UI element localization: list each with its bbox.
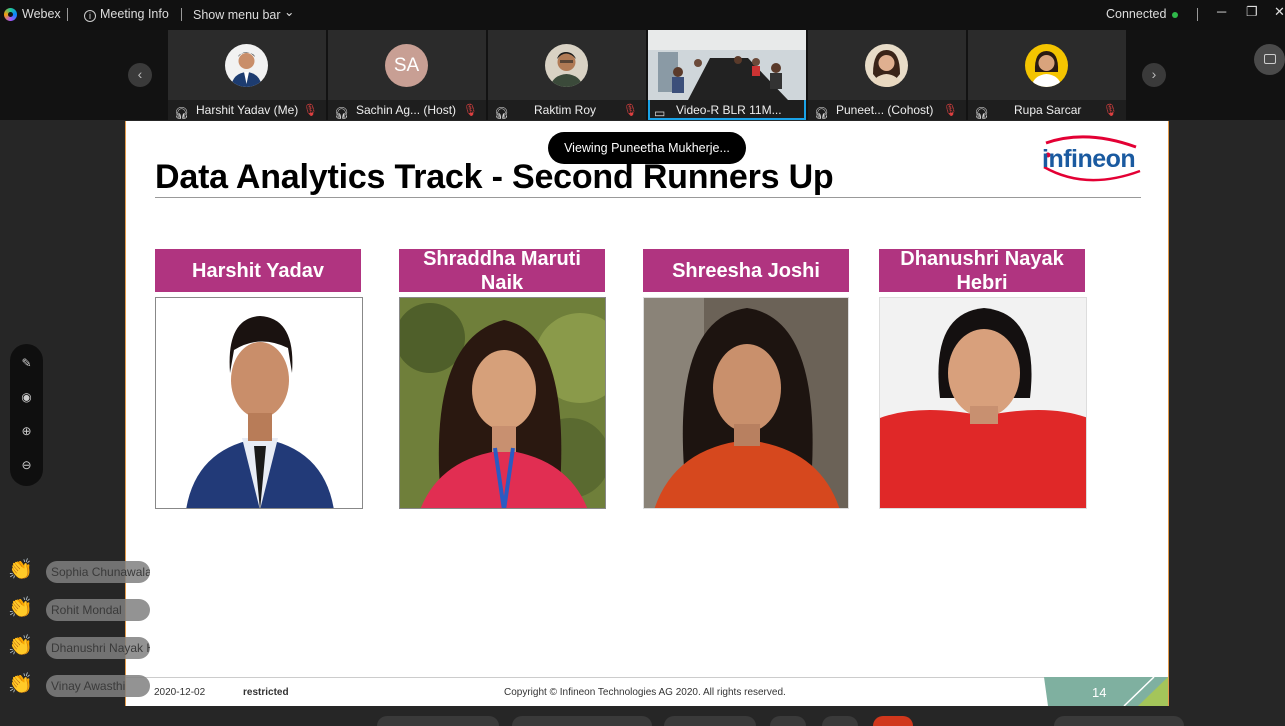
layout-button[interactable]: [1254, 44, 1285, 75]
divider: [181, 8, 182, 21]
strip-prev-button[interactable]: ‹: [128, 63, 152, 87]
connected-status-dot: [1172, 12, 1178, 18]
share-button[interactable]: [664, 716, 756, 726]
room-video-feed: [648, 30, 806, 100]
headset-icon: 🎧︎: [174, 106, 190, 120]
participant-name-bar: 🎧︎ Puneet... (Cohost) 🎙︎: [808, 100, 966, 120]
viewing-share-banner[interactable]: Viewing Puneetha Mukherje...: [548, 132, 746, 164]
connection-status: Connected: [1106, 7, 1167, 21]
participant-name: Harshit Yadav (Me): [196, 103, 299, 117]
avatar: [865, 44, 908, 87]
participant-tile[interactable]: 🎧︎ Rupa Sarcar 🎙︎: [968, 30, 1126, 120]
participant-tile[interactable]: 🎧︎ Raktim Roy 🎙︎: [488, 30, 646, 120]
webex-logo-icon: [4, 8, 17, 21]
zoom-in-icon[interactable]: ⊕: [10, 424, 43, 438]
participant-name: Video-R BLR 11M...: [676, 103, 782, 117]
avatar-initials: SA: [385, 44, 428, 87]
participant-name-bar: 🎧︎ Raktim Roy 🎙︎: [488, 100, 646, 120]
headset-icon: 🎧︎: [494, 106, 510, 120]
participants-button[interactable]: [1054, 716, 1184, 726]
footer-date: 2020-12-02: [154, 687, 206, 698]
meeting-info-button[interactable]: i Meeting Info: [84, 7, 169, 22]
winner-photo: [643, 297, 849, 509]
zoom-out-icon[interactable]: ⊖: [10, 458, 43, 472]
minimize-button[interactable]: ─: [1217, 4, 1226, 19]
info-icon: i: [84, 10, 96, 22]
clapping-hands-icon: 👏: [8, 635, 33, 657]
app-name: Webex: [22, 7, 61, 21]
participant-name: Puneet... (Cohost): [836, 103, 934, 117]
winner-photo: [399, 297, 606, 509]
pen-icon[interactable]: ✎: [10, 356, 43, 370]
footer-classification: restricted: [243, 687, 289, 698]
winner-name: Dhanushri Nayak Hebri: [879, 248, 1085, 294]
mic-muted-icon: 🎙︎: [302, 103, 318, 117]
footer-copyright: Copyright © Infineon Technologies AG 202…: [504, 687, 786, 698]
video-button[interactable]: [512, 716, 652, 726]
winner-photo: [155, 297, 363, 509]
title-bar: Webex i Meeting Info Show menu bar ⌄ Conn…: [0, 0, 1285, 30]
divider: [67, 8, 68, 21]
avatar: [1025, 44, 1068, 87]
room-device-icon: ▭: [654, 106, 666, 120]
mute-button[interactable]: [377, 716, 499, 726]
winner-name: Shreesha Joshi: [643, 249, 849, 292]
participant-tile-active[interactable]: ▭ Video-R BLR 11M...: [648, 30, 806, 120]
meeting-info-label: Meeting Info: [100, 7, 169, 21]
participant-name: Raktim Roy: [534, 103, 597, 117]
shared-slide: Data Analytics Track - Second Runners Up…: [125, 121, 1169, 706]
reaction-user-name: Dhanushri Nayak H: [46, 637, 150, 659]
headset-icon: 🎧︎: [974, 106, 990, 120]
footer-divider: [126, 677, 1168, 678]
record-button[interactable]: [770, 716, 806, 726]
leave-meeting-button[interactable]: [873, 716, 913, 726]
page-number: 14: [1092, 685, 1107, 700]
strip-next-button[interactable]: ›: [1142, 63, 1166, 87]
title-divider: [155, 197, 1141, 198]
clapping-hands-icon: 👏: [8, 597, 33, 619]
participant-name-bar: 🎧︎ Harshit Yadav (Me) 🎙︎: [168, 100, 326, 120]
pointer-icon[interactable]: ◉: [10, 390, 43, 404]
clapping-hands-icon: 👏: [8, 559, 33, 581]
winner-name: Harshit Yadav: [155, 249, 361, 292]
divider: [1197, 8, 1198, 21]
mic-muted-icon: 🎙︎: [462, 103, 478, 117]
participant-name: Sachin Ag... (Host): [356, 103, 457, 117]
avatar: [225, 44, 268, 87]
avatar: [545, 44, 588, 87]
participant-name-bar: 🎧︎ Sachin Ag... (Host) 🎙︎: [328, 100, 486, 120]
layout-icon: [1264, 54, 1276, 64]
sharing-headset-icon: 🎧︎: [814, 106, 830, 120]
annotation-toolbar: ✎ ◉ ⊕ ⊖: [10, 344, 43, 486]
show-menu-bar-button[interactable]: Show menu bar ⌄: [193, 5, 295, 22]
mic-muted-icon: 🎙︎: [942, 103, 958, 117]
participant-tile[interactable]: 🎧︎ Puneet... (Cohost) 🎙︎: [808, 30, 966, 120]
clapping-hands-icon: 👏: [8, 673, 33, 695]
show-menu-bar-label: Show menu bar: [193, 8, 281, 22]
participant-tile[interactable]: SA 🎧︎ Sachin Ag... (Host) 🎙︎: [328, 30, 486, 120]
participant-name-bar: 🎧︎ Rupa Sarcar 🎙︎: [968, 100, 1126, 120]
reactions-button[interactable]: [822, 716, 858, 726]
chevron-down-icon: ⌄: [284, 5, 295, 19]
close-button[interactable]: ✕: [1274, 4, 1285, 20]
logo-text: infineon: [1042, 145, 1136, 173]
winner-photo: [879, 297, 1087, 509]
reaction-user-name: Rohit Mondal: [46, 599, 150, 621]
participant-name: Rupa Sarcar: [1014, 103, 1082, 117]
reaction-user-name: Vinay Awasthi: [46, 675, 150, 697]
restore-button[interactable]: ❐: [1246, 4, 1258, 20]
mic-muted-icon: 🎙︎: [622, 103, 638, 117]
participant-name-bar: ▭ Video-R BLR 11M...: [648, 100, 806, 120]
reaction-user-name: Sophia Chunawala: [46, 561, 150, 583]
participant-tile[interactable]: 🎧︎ Harshit Yadav (Me) 🎙︎: [168, 30, 326, 120]
infineon-logo: infineon: [1036, 133, 1144, 183]
mic-muted-icon: 🎙︎: [1102, 103, 1118, 117]
winner-name: Shraddha Maruti Naik: [399, 248, 605, 294]
headset-icon: 🎧︎: [334, 106, 350, 120]
